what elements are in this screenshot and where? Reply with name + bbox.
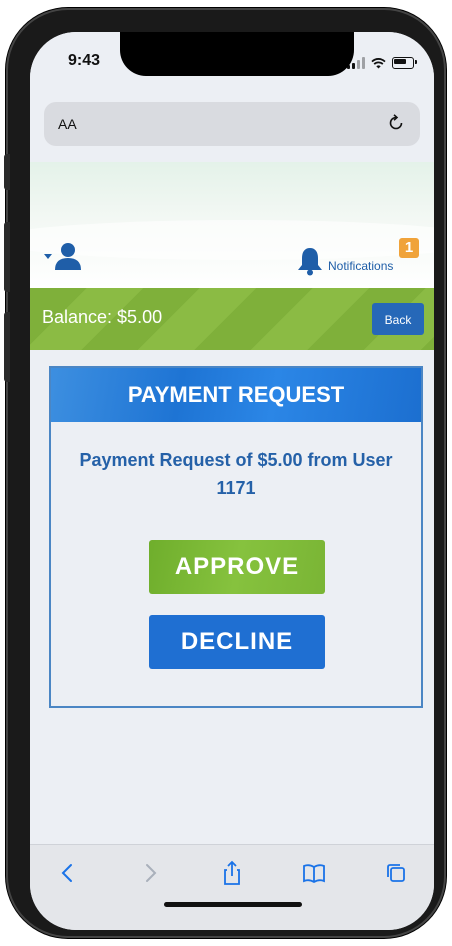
notifications-label: Notifications [328,259,394,273]
tabs-icon[interactable] [382,859,410,887]
balance-bar: Balance: $5.00 Back [30,288,434,350]
notifications-badge: 1 [399,238,419,258]
notch [120,32,354,76]
balance-text: Balance: $5.00 [42,307,163,327]
chevron-right-icon[interactable] [136,859,164,887]
reader-aa-button[interactable]: AA [58,116,77,132]
book-icon[interactable] [300,859,328,887]
payment-request-title: PAYMENT REQUEST [51,368,421,422]
caret-down-icon [44,253,52,259]
reload-icon[interactable] [386,113,406,133]
approve-button[interactable]: APPROVE [149,540,325,594]
bell-icon [298,248,322,276]
payment-request-message: Payment Request of $5.00 from User 1171 [79,450,393,498]
address-bar[interactable]: AA [44,102,420,146]
volume-up-button [4,222,10,292]
chevron-left-icon[interactable] [54,859,82,887]
status-icons [347,56,417,70]
status-time: 9:43 [68,52,101,69]
screen: 9:43 AA Notifications 1 Balance: $5.00 B… [30,32,434,930]
home-indicator [164,902,302,907]
browser-toolbar [30,844,434,930]
mute-switch [4,154,10,190]
share-icon[interactable] [218,859,246,887]
decline-button[interactable]: DECLINE [149,615,325,669]
volume-down-button [4,312,10,382]
wifi-icon [371,58,386,69]
battery-icon [392,57,417,69]
user-icon [55,243,81,270]
back-button[interactable]: Back [372,303,424,335]
notifications-link[interactable]: Notifications 1 [296,238,419,276]
payment-request-card: PAYMENT REQUEST Payment Request of $5.00… [49,366,423,708]
phone-frame: 9:43 AA Notifications 1 Balance: $5.00 B… [4,8,446,938]
user-menu[interactable] [44,242,81,270]
